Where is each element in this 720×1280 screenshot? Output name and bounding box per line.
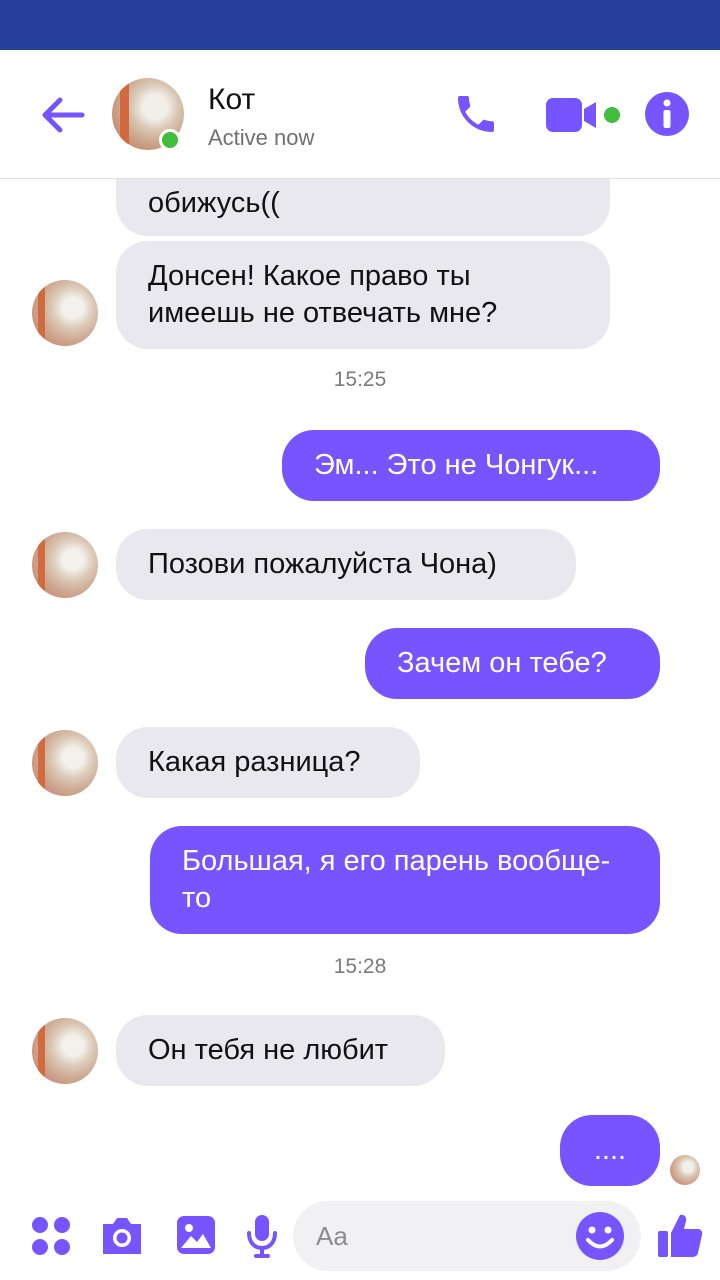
message-incoming[interactable]: Донсен! Какое право ты имеешь не отвечат… — [116, 241, 610, 349]
microphone-icon[interactable] — [245, 1213, 279, 1259]
message-text: .... — [593, 1134, 627, 1166]
sender-avatar[interactable] — [32, 280, 98, 346]
message-incoming[interactable]: Он тебя не любит — [116, 1015, 445, 1086]
timestamp: 15:25 — [333, 368, 387, 391]
sender-avatar[interactable] — [32, 532, 98, 598]
contact-status: Active now — [208, 125, 315, 150]
gallery-icon[interactable] — [175, 1214, 217, 1256]
message-list[interactable]: обижусь(( Донсен! Какое право ты имеешь … — [0, 179, 720, 1194]
message-incoming[interactable]: Какая разница? — [116, 727, 420, 798]
message-text: Большая, я его парень вообще-то — [182, 845, 611, 914]
read-receipt-avatar — [670, 1155, 700, 1185]
message-text: Какая разница? — [148, 746, 361, 778]
camera-icon[interactable] — [99, 1215, 145, 1257]
message-text: Позови пожалуйста Чона) — [148, 548, 497, 580]
timestamp: 15:28 — [333, 955, 387, 978]
message-text: Эм... Это не Чонгук... — [314, 449, 599, 481]
online-indicator — [159, 129, 181, 151]
composer-bar: Aa — [0, 1195, 720, 1280]
sender-avatar[interactable] — [32, 1018, 98, 1084]
info-icon[interactable] — [644, 91, 690, 137]
message-input-placeholder: Aa — [316, 1221, 348, 1251]
message-text: Донсен! Какое право ты имеешь не отвечат… — [148, 260, 498, 329]
video-call-icon[interactable] — [544, 95, 600, 135]
message-text: обижусь(( — [148, 187, 280, 219]
video-active-dot — [604, 107, 620, 123]
message-outgoing[interactable]: Зачем он тебе? — [365, 628, 660, 699]
message-outgoing[interactable]: Эм... Это не Чонгук... — [282, 430, 660, 501]
message-text: Он тебя не любит — [148, 1034, 389, 1066]
message-input[interactable]: Aa — [293, 1201, 641, 1271]
message-outgoing[interactable]: .... — [560, 1115, 660, 1186]
menu-dots-icon[interactable] — [30, 1215, 72, 1257]
message-incoming[interactable]: обижусь(( — [116, 179, 610, 236]
sender-avatar[interactable] — [32, 730, 98, 796]
message-incoming[interactable]: Позови пожалуйста Чона) — [116, 529, 576, 600]
phone-call-icon[interactable] — [452, 90, 500, 138]
back-arrow-icon[interactable] — [38, 90, 88, 140]
message-text: Зачем он тебе? — [397, 647, 607, 679]
message-outgoing[interactable]: Большая, я его парень вообще-то — [150, 826, 660, 934]
contact-name[interactable]: Кот — [208, 83, 255, 117]
thumbs-up-icon[interactable] — [656, 1211, 704, 1259]
emoji-icon[interactable] — [575, 1211, 625, 1261]
chat-header: Кот Active now — [0, 50, 720, 179]
status-bar — [0, 0, 720, 50]
